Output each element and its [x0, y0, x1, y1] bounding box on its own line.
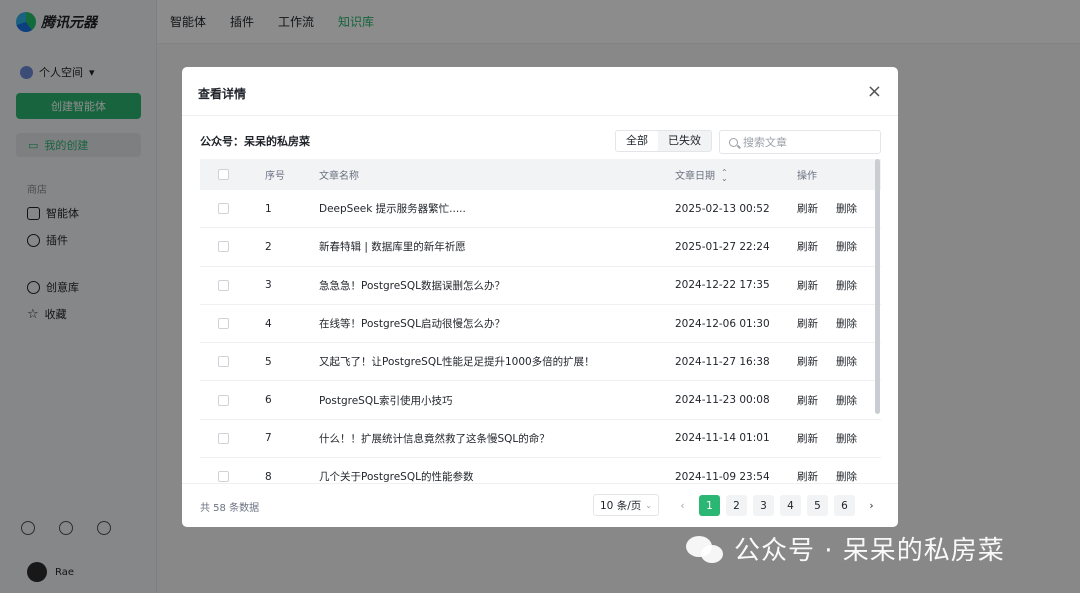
- col-date-label: 文章日期: [675, 171, 715, 182]
- refresh-button[interactable]: 刷新: [797, 239, 818, 254]
- divider: [182, 115, 898, 116]
- row-checkbox[interactable]: [217, 471, 229, 483]
- divider: [182, 483, 898, 484]
- row-date: 2024-12-22 17:35: [675, 279, 770, 292]
- chevron-down-icon: ⌄: [645, 500, 652, 510]
- row-date: 2025-02-13 00:52: [675, 202, 770, 215]
- row-index: 7: [265, 432, 272, 445]
- search-input[interactable]: 搜索文章: [719, 130, 881, 154]
- row-index: 6: [265, 394, 272, 407]
- tab-invalid[interactable]: 已失效: [658, 131, 711, 151]
- select-all-checkbox[interactable]: [217, 169, 229, 180]
- col-name: 文章名称: [319, 171, 359, 182]
- refresh-button[interactable]: 刷新: [797, 278, 818, 293]
- row-index: 3: [265, 279, 272, 292]
- table-row: 8 几个关于PostgreSQL的性能参数 2024-11-09 23:54 刷新 删除: [200, 458, 881, 483]
- close-icon[interactable]: ×: [867, 81, 882, 102]
- row-checkbox[interactable]: [217, 279, 229, 291]
- delete-button[interactable]: 删除: [836, 469, 857, 483]
- page-6[interactable]: 6: [834, 495, 855, 516]
- refresh-button[interactable]: 刷新: [797, 316, 818, 331]
- delete-button[interactable]: 删除: [836, 431, 857, 446]
- refresh-button[interactable]: 刷新: [797, 201, 818, 216]
- col-op: 操作: [797, 171, 817, 182]
- row-checkbox[interactable]: [217, 356, 229, 368]
- watermark-text: 公众号 · 呆呆的私房菜: [734, 536, 1005, 566]
- row-checkbox[interactable]: [217, 432, 229, 444]
- total-count: 共 58 条数据: [200, 503, 260, 514]
- row-name: 急急急！PostgreSQL数据误删怎么办？: [319, 279, 505, 292]
- table-row: 7 什么！！扩展统计信息竟然救了这条慢SQL的命？ 2024-11-14 01:01…: [200, 420, 881, 459]
- search-icon: [729, 137, 738, 147]
- watermark: 公众号 · 呆呆的私房菜: [686, 530, 1005, 567]
- table-row: 1 DeepSeek 提示服务器繁忙..... 2025-02-13 00:52 刷新…: [200, 190, 881, 229]
- delete-button[interactable]: 删除: [836, 354, 857, 369]
- row-date: 2024-11-23 00:08: [675, 394, 770, 407]
- account-label: 公众号：呆呆的私房菜: [200, 135, 310, 148]
- row-checkbox[interactable]: [217, 241, 229, 253]
- articles-table: 序号 文章名称 文章日期 ⌃ ⌄ 操作 1 DeepSeek 提示服务器繁忙.....…: [200, 159, 881, 483]
- row-name: 几个关于PostgreSQL的性能参数: [319, 471, 474, 483]
- row-index: 1: [265, 202, 272, 215]
- row-date: 2024-11-14 01:01: [675, 432, 770, 445]
- row-date: 2024-12-06 01:30: [675, 317, 770, 330]
- table-body: 1 DeepSeek 提示服务器繁忙..... 2025-02-13 00:52 刷新…: [200, 190, 881, 483]
- page-4[interactable]: 4: [780, 495, 801, 516]
- row-checkbox[interactable]: [217, 394, 229, 406]
- table-row: 4 在线等！PostgreSQL启动很慢怎么办？ 2024-12-06 01:30 刷…: [200, 305, 881, 344]
- wechat-icon: [686, 534, 726, 564]
- row-name: 新春特辑 | 数据库里的新年祈愿: [319, 241, 466, 254]
- row-name: 又起飞了！让PostgreSQL性能足足提升1000多倍的扩展！: [319, 356, 595, 369]
- delete-button[interactable]: 删除: [836, 201, 857, 216]
- page-2[interactable]: 2: [726, 495, 747, 516]
- page-5[interactable]: 5: [807, 495, 828, 516]
- col-date[interactable]: 文章日期 ⌃ ⌄: [675, 167, 797, 183]
- next-page-icon[interactable]: ›: [861, 495, 882, 516]
- pagination: ‹ 1 2 3 4 5 6 ›: [672, 495, 882, 516]
- refresh-button[interactable]: 刷新: [797, 431, 818, 446]
- page-1[interactable]: 1: [699, 495, 720, 516]
- refresh-button[interactable]: 刷新: [797, 393, 818, 408]
- col-index: 序号: [265, 171, 285, 182]
- table-scrollbar[interactable]: [875, 159, 880, 414]
- table-row: 6 PostgreSQL索引使用小技巧 2024-11-23 00:08 刷新 删除: [200, 381, 881, 420]
- search-placeholder: 搜索文章: [743, 136, 787, 149]
- row-name: PostgreSQL索引使用小技巧: [319, 394, 453, 407]
- page-3[interactable]: 3: [753, 495, 774, 516]
- row-index: 4: [265, 317, 272, 330]
- row-checkbox[interactable]: [217, 203, 229, 215]
- row-name: DeepSeek 提示服务器繁忙.....: [319, 203, 466, 216]
- row-index: 2: [265, 240, 272, 253]
- table-row: 5 又起飞了！让PostgreSQL性能足足提升1000多倍的扩展！ 2024-11…: [200, 343, 881, 382]
- delete-button[interactable]: 删除: [836, 239, 857, 254]
- table-row: 2 新春特辑 | 数据库里的新年祈愿 2025-01-27 22:24 刷新 删除: [200, 228, 881, 267]
- refresh-button[interactable]: 刷新: [797, 354, 818, 369]
- row-name: 在线等！PostgreSQL启动很慢怎么办？: [319, 318, 505, 331]
- detail-modal: 查看详情 × 公众号：呆呆的私房菜 全部 已失效 搜索文章 序号 文章名称 文章…: [182, 67, 898, 527]
- row-date: 2024-11-27 16:38: [675, 355, 770, 368]
- row-index: 5: [265, 355, 272, 368]
- row-date: 2024-11-09 23:54: [675, 470, 770, 483]
- delete-button[interactable]: 删除: [836, 278, 857, 293]
- page-size-value: 10 条/页: [600, 499, 642, 512]
- delete-button[interactable]: 删除: [836, 393, 857, 408]
- prev-page-icon[interactable]: ‹: [672, 495, 693, 516]
- row-date: 2025-01-27 22:24: [675, 240, 770, 253]
- page-size-select[interactable]: 10 条/页 ⌄: [593, 494, 659, 516]
- filter-tabs: 全部 已失效: [615, 130, 712, 152]
- delete-button[interactable]: 删除: [836, 316, 857, 331]
- table-row: 3 急急急！PostgreSQL数据误删怎么办？ 2024-12-22 17:35 刷…: [200, 267, 881, 305]
- sort-icon[interactable]: ⌃ ⌄: [721, 169, 728, 183]
- refresh-button[interactable]: 刷新: [797, 469, 818, 483]
- row-name: 什么！！扩展统计信息竟然救了这条慢SQL的命？: [319, 432, 550, 445]
- table-header: 序号 文章名称 文章日期 ⌃ ⌄ 操作: [200, 159, 881, 190]
- tab-all[interactable]: 全部: [616, 131, 658, 151]
- modal-title: 查看详情: [198, 87, 247, 101]
- row-index: 8: [265, 470, 272, 483]
- row-checkbox[interactable]: [217, 318, 229, 330]
